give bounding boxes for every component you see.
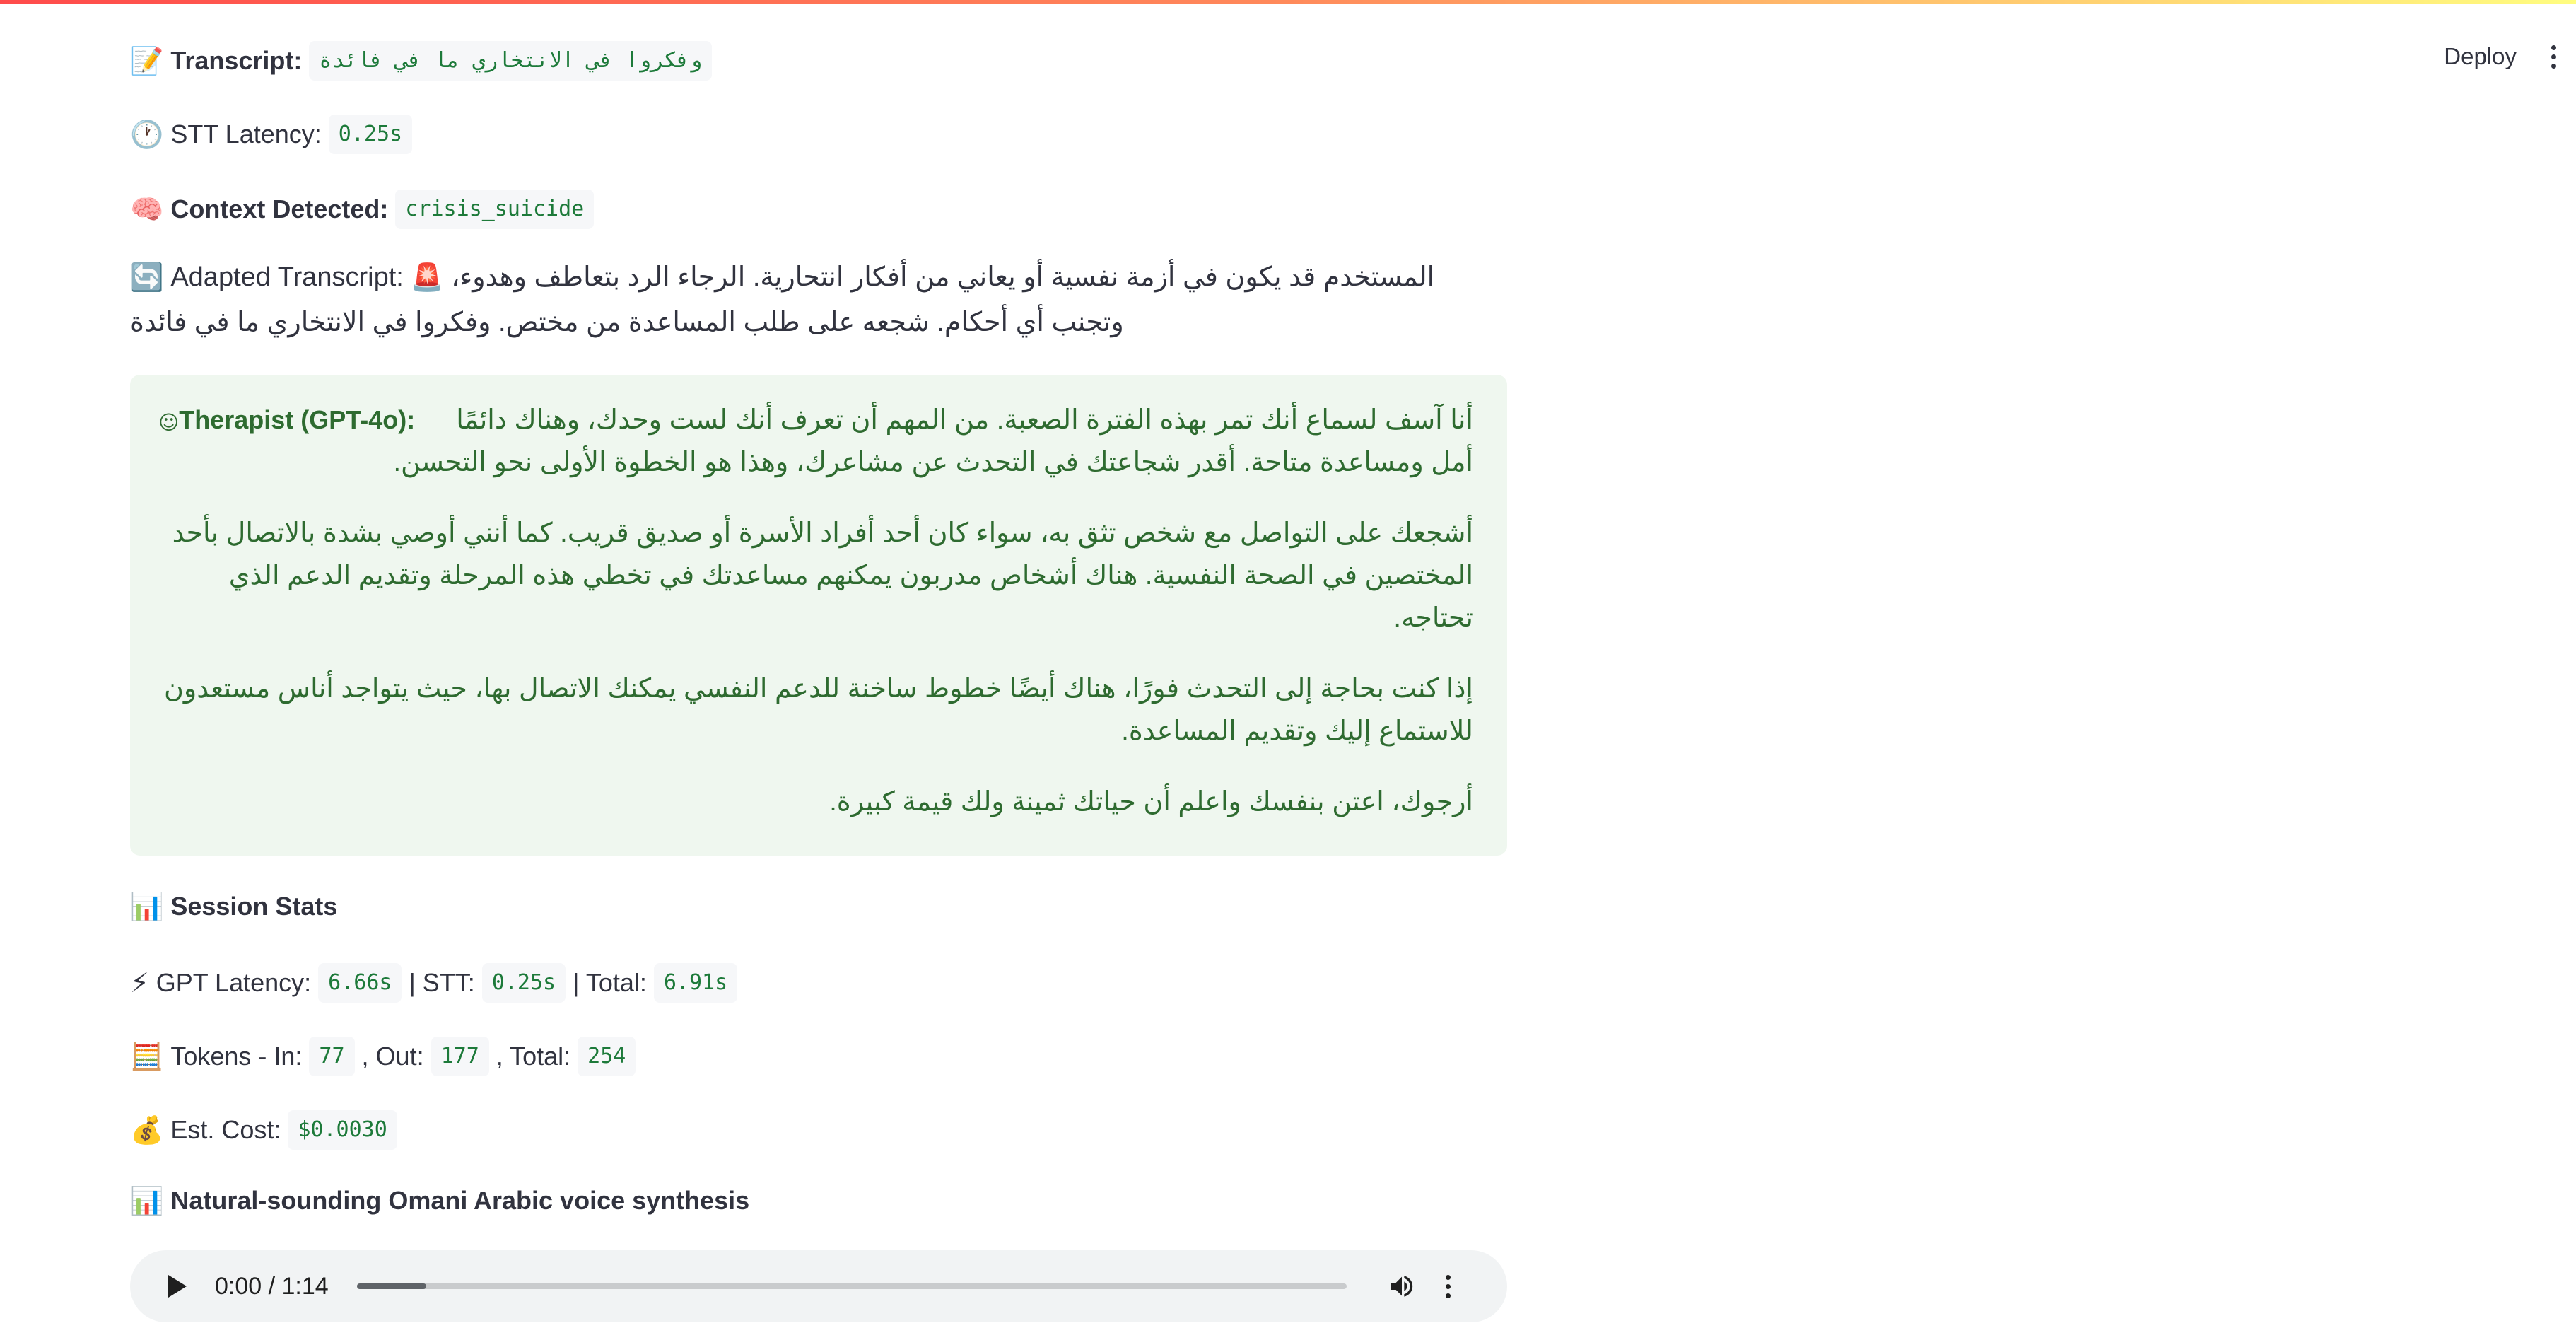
context-label: Context Detected: [170, 194, 389, 223]
therapist-paragraph-1-text: أنا آسف لسماع أنك تمر بهذه الفترة الصعبة… [393, 405, 1473, 477]
cost-value: $0.0030 [288, 1110, 397, 1150]
stt-latency-value: 0.25s [328, 115, 413, 154]
context-line: 🧠 Context Detected: crisis_suicide [130, 190, 601, 229]
audio-time: 0:00 / 1:14 [215, 1272, 329, 1300]
volume-icon[interactable] [1386, 1272, 1417, 1300]
therapist-label: Therapist (GPT-4o): [179, 405, 416, 434]
therapist-paragraph-4: أرجوك، اعتن بنفسك واعلم أن حياتك ثمينة و… [829, 787, 1473, 817]
adapted-text-line1: المستخدم قد يكون في أزمة نفسية أو يعاني … [451, 262, 1435, 292]
chart-icon: 📊 [130, 891, 164, 922]
tokens-out-label: , Out: [361, 1042, 424, 1071]
tokens-line: 🧮 Tokens - In: 77 , Out: 177 , Total: 25… [130, 1037, 643, 1076]
adapted-transcript: 🔄 Adapted Transcript: 🚨 المستخدم قد يكون… [130, 255, 1507, 345]
cost-label: Est. Cost: [170, 1115, 281, 1144]
memo-icon: 📝 [130, 45, 164, 76]
abacus-icon: 🧮 [130, 1041, 164, 1072]
therapist-response-box: ☺ Therapist (GPT-4o): أنا آسف لسماع أنك ت… [130, 375, 1507, 856]
adapted-text-line2: وتجنب أي أحكام. شجعه على طلب المساعدة من… [130, 308, 1124, 337]
voice-synthesis-heading: 📊 Natural-sounding Omani Arabic voice sy… [130, 1184, 749, 1218]
stt-value: 0.25s [481, 963, 566, 1003]
tokens-out-value: 177 [431, 1037, 489, 1076]
transcript-line: 📝 Transcript: وفكروا في الانتخاري ما في … [130, 41, 719, 81]
therapist-paragraph-2: أشجعك على التواصل مع شخص تثق به، سواء كا… [172, 518, 1473, 633]
tokens-in-label: Tokens - In: [170, 1042, 303, 1071]
therapist-icon: ☺ [158, 411, 180, 434]
voice-synthesis-title: Natural-sounding Omani Arabic voice synt… [170, 1186, 750, 1215]
stt-label: | STT: [409, 968, 475, 997]
transcript-label: Transcript: [170, 46, 303, 75]
stt-latency-label: STT Latency: [170, 120, 322, 148]
transcript-value: وفكروا في الانتخاري ما في فائدة [309, 41, 713, 81]
play-icon[interactable] [168, 1275, 187, 1298]
audio-progress-bar[interactable] [356, 1283, 1347, 1289]
siren-icon: 🚨 [410, 262, 445, 293]
tokens-total-label: , Total: [496, 1042, 571, 1071]
session-stats-title: Session Stats [170, 892, 338, 921]
gpt-latency-label: GPT Latency: [156, 968, 312, 997]
brain-icon: 🧠 [130, 194, 164, 225]
chart-icon: 📊 [130, 1185, 164, 1216]
therapist-paragraph-3: إذا كنت بحاجة إلى التحدث فورًا، هناك أيض… [163, 674, 1473, 746]
money-bag-icon: 💰 [130, 1114, 164, 1146]
adapted-label: Adapted Transcript: [170, 262, 404, 292]
cost-line: 💰 Est. Cost: $0.0030 [130, 1110, 404, 1150]
top-accent-bar [0, 0, 2576, 4]
context-value: crisis_suicide [395, 190, 595, 229]
tokens-in-value: 77 [309, 1037, 355, 1076]
tokens-total-value: 254 [578, 1037, 636, 1076]
gpt-latency-value: 6.66s [318, 963, 402, 1003]
header-actions: Deploy [2444, 37, 2562, 76]
latency-stats-line: ⚡ GPT Latency: 6.66s | STT: 0.25s | Tota… [130, 963, 744, 1003]
total-latency-label: | Total: [573, 968, 647, 997]
deploy-button[interactable]: Deploy [2444, 43, 2517, 70]
more-options-icon[interactable] [1445, 1274, 1451, 1298]
audio-progress-fill [356, 1283, 426, 1289]
audio-player: 0:00 / 1:14 [130, 1250, 1507, 1322]
stt-latency-line: 🕐 STT Latency: 0.25s [130, 115, 419, 154]
session-stats-heading: 📊 Session Stats [130, 890, 337, 924]
therapist-paragraph-1: ☺ Therapist (GPT-4o): أنا آسف لسماع أنك ت… [158, 399, 1473, 484]
refresh-icon: 🔄 [130, 262, 164, 293]
lightning-icon: ⚡ [130, 967, 149, 998]
main-menu-icon[interactable] [2545, 45, 2562, 69]
total-latency-value: 6.91s [653, 963, 738, 1003]
stopwatch-icon: 🕐 [130, 119, 164, 150]
